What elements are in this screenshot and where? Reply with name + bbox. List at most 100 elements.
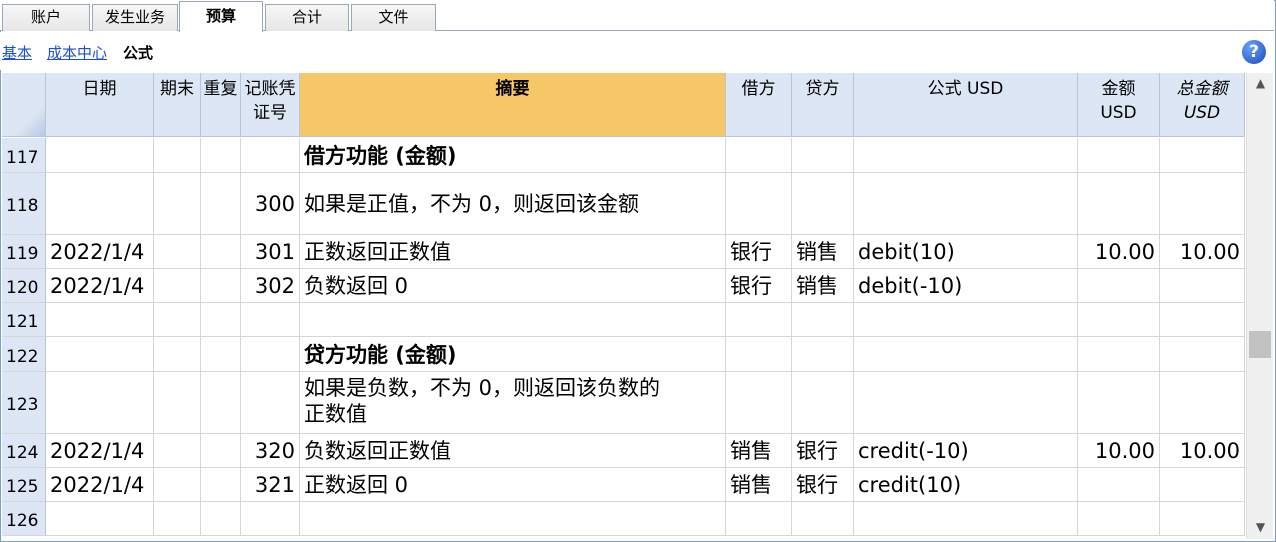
row-number[interactable]: 118 bbox=[2, 173, 46, 235]
cell-repeat[interactable] bbox=[201, 138, 241, 173]
cell-repeat[interactable] bbox=[201, 173, 241, 235]
cell-credit[interactable]: 银行 bbox=[792, 434, 854, 468]
cell-repeat[interactable] bbox=[201, 337, 241, 372]
cell-total[interactable] bbox=[1160, 337, 1245, 372]
cell-summary[interactable] bbox=[300, 303, 726, 337]
column-header-total[interactable]: 总金额 USD bbox=[1160, 73, 1245, 137]
cell-amount[interactable] bbox=[1078, 337, 1160, 372]
cell-total[interactable] bbox=[1160, 173, 1245, 235]
cell-formula[interactable]: debit(10) bbox=[854, 235, 1078, 269]
cell-date[interactable] bbox=[46, 502, 154, 536]
cell-formula[interactable] bbox=[854, 502, 1078, 536]
cell-summary[interactable]: 正数返回 0 bbox=[300, 468, 726, 502]
cell-total[interactable] bbox=[1160, 303, 1245, 337]
tab-file[interactable]: 文件 bbox=[351, 4, 436, 31]
column-header-debit[interactable]: 借方 bbox=[726, 73, 792, 137]
row-number[interactable]: 122 bbox=[2, 337, 46, 372]
cell-end[interactable] bbox=[154, 303, 201, 337]
cell-summary[interactable]: 贷方功能 (金额) bbox=[300, 337, 726, 372]
cell-credit[interactable] bbox=[792, 303, 854, 337]
cell-formula[interactable]: debit(-10) bbox=[854, 269, 1078, 303]
cell-credit[interactable] bbox=[792, 138, 854, 173]
cell-debit[interactable] bbox=[726, 303, 792, 337]
cell-formula[interactable] bbox=[854, 337, 1078, 372]
column-header-summary[interactable]: 摘要 bbox=[300, 73, 726, 137]
cell-formula[interactable] bbox=[854, 303, 1078, 337]
column-header-formula[interactable]: 公式 USD bbox=[854, 73, 1078, 137]
column-header-credit[interactable]: 贷方 bbox=[792, 73, 854, 137]
cell-credit[interactable] bbox=[792, 502, 854, 536]
cell-credit[interactable]: 销售 bbox=[792, 235, 854, 269]
cell-total[interactable] bbox=[1160, 468, 1245, 502]
cell-repeat[interactable] bbox=[201, 434, 241, 468]
row-number[interactable]: 119 bbox=[2, 235, 46, 269]
cell-doc[interactable] bbox=[241, 502, 300, 536]
cell-credit[interactable]: 销售 bbox=[792, 269, 854, 303]
cell-date[interactable] bbox=[46, 337, 154, 372]
cell-amount[interactable] bbox=[1078, 269, 1160, 303]
cell-doc[interactable]: 320 bbox=[241, 434, 300, 468]
help-icon[interactable]: ? bbox=[1242, 40, 1266, 64]
cell-total[interactable] bbox=[1160, 502, 1245, 536]
column-header-doc[interactable]: 记账凭 证号 bbox=[241, 73, 300, 137]
cell-formula[interactable]: credit(-10) bbox=[854, 434, 1078, 468]
cell-summary[interactable]: 正数返回正数值 bbox=[300, 235, 726, 269]
tab-transactions[interactable]: 发生业务 bbox=[92, 4, 178, 31]
row-number[interactable]: 117 bbox=[2, 138, 46, 173]
column-header-end[interactable]: 期末 bbox=[154, 73, 201, 137]
cell-debit[interactable]: 银行 bbox=[726, 269, 792, 303]
row-number[interactable]: 124 bbox=[2, 434, 46, 468]
cell-date[interactable] bbox=[46, 303, 154, 337]
cell-repeat[interactable] bbox=[201, 303, 241, 337]
cell-repeat[interactable] bbox=[201, 502, 241, 536]
cell-summary[interactable]: 负数返回正数值 bbox=[300, 434, 726, 468]
cell-formula[interactable] bbox=[854, 138, 1078, 173]
cell-doc[interactable]: 300 bbox=[241, 173, 300, 235]
cell-total[interactable] bbox=[1160, 372, 1245, 434]
tab-budget[interactable]: 预算 bbox=[179, 1, 263, 32]
vertical-scrollbar[interactable]: ▲ ▼ bbox=[1246, 73, 1273, 539]
cell-doc[interactable] bbox=[241, 372, 300, 434]
cell-doc[interactable] bbox=[241, 138, 300, 173]
cell-summary[interactable]: 如果是负数，不为 0，则返回该负数的 正数值 bbox=[300, 372, 726, 434]
cell-debit[interactable] bbox=[726, 372, 792, 434]
cell-repeat[interactable] bbox=[201, 235, 241, 269]
cell-credit[interactable] bbox=[792, 372, 854, 434]
scroll-down-icon[interactable]: ▼ bbox=[1247, 517, 1274, 537]
cell-date[interactable] bbox=[46, 138, 154, 173]
row-number[interactable]: 121 bbox=[2, 303, 46, 337]
cell-end[interactable] bbox=[154, 173, 201, 235]
cell-doc[interactable]: 301 bbox=[241, 235, 300, 269]
cell-formula[interactable] bbox=[854, 173, 1078, 235]
cell-total[interactable] bbox=[1160, 138, 1245, 173]
row-number[interactable]: 126 bbox=[2, 502, 46, 536]
cell-end[interactable] bbox=[154, 502, 201, 536]
column-header-date[interactable]: 日期 bbox=[46, 73, 154, 137]
cell-credit[interactable]: 银行 bbox=[792, 468, 854, 502]
view-link-cost-center[interactable]: 成本中心 bbox=[47, 42, 107, 63]
scroll-up-icon[interactable]: ▲ bbox=[1247, 73, 1274, 93]
tab-accounts[interactable]: 账户 bbox=[2, 4, 90, 31]
cell-date[interactable]: 2022/1/4 bbox=[46, 235, 154, 269]
cell-date[interactable]: 2022/1/4 bbox=[46, 269, 154, 303]
cell-doc[interactable]: 321 bbox=[241, 468, 300, 502]
view-link-basic[interactable]: 基本 bbox=[2, 42, 32, 63]
cell-end[interactable] bbox=[154, 372, 201, 434]
header-corner[interactable] bbox=[2, 73, 46, 137]
view-link-formula[interactable]: 公式 bbox=[123, 42, 153, 63]
cell-debit[interactable]: 销售 bbox=[726, 434, 792, 468]
tab-totals[interactable]: 合计 bbox=[265, 4, 349, 31]
cell-doc[interactable]: 302 bbox=[241, 269, 300, 303]
cell-amount[interactable] bbox=[1078, 372, 1160, 434]
cell-summary[interactable]: 负数返回 0 bbox=[300, 269, 726, 303]
cell-debit[interactable] bbox=[726, 173, 792, 235]
cell-summary[interactable] bbox=[300, 502, 726, 536]
cell-summary[interactable]: 借方功能 (金额) bbox=[300, 138, 726, 173]
cell-repeat[interactable] bbox=[201, 372, 241, 434]
cell-debit[interactable] bbox=[726, 502, 792, 536]
cell-end[interactable] bbox=[154, 269, 201, 303]
cell-repeat[interactable] bbox=[201, 468, 241, 502]
cell-debit[interactable]: 销售 bbox=[726, 468, 792, 502]
cell-end[interactable] bbox=[154, 337, 201, 372]
cell-amount[interactable] bbox=[1078, 173, 1160, 235]
